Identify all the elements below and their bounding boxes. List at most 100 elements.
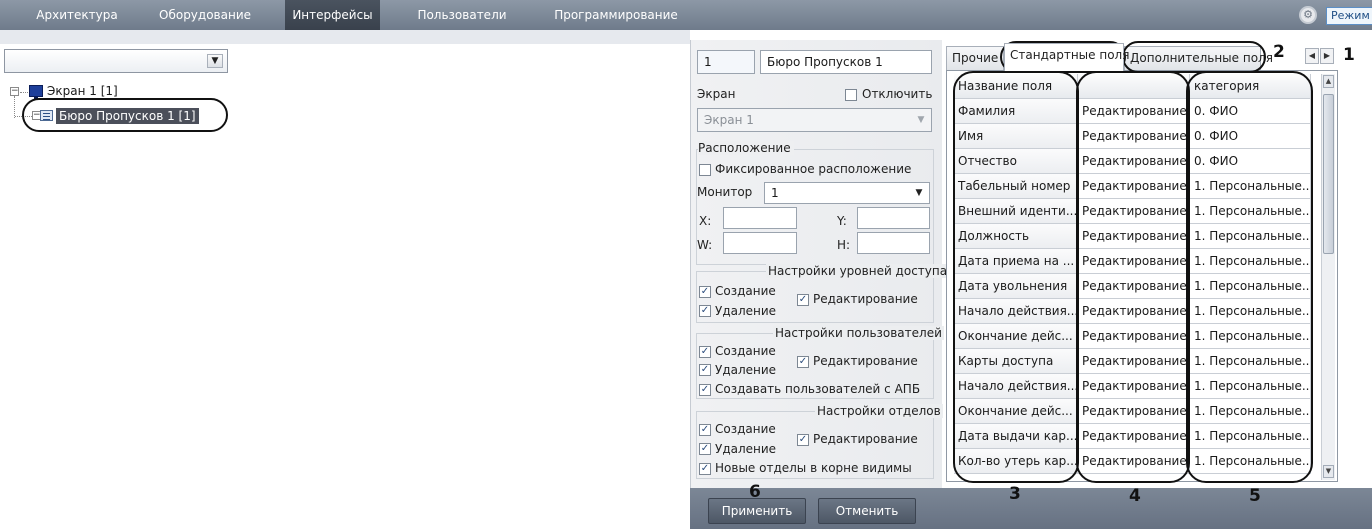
users-edit-checkbox[interactable] <box>797 356 809 368</box>
tab-additional-fields[interactable]: Дополнительные поля <box>1124 46 1273 70</box>
column-header-category[interactable]: категория <box>1190 74 1311 99</box>
scroll-down-icon[interactable]: ▼ <box>1323 465 1334 478</box>
scroll-up-icon[interactable]: ▲ <box>1323 75 1334 88</box>
tab-other[interactable]: Прочие <box>946 46 1004 70</box>
table-cell-name[interactable]: Внешний иденти... <box>954 199 1078 224</box>
table-cell-mode[interactable]: Редактирование <box>1078 149 1190 174</box>
table-cell-mode[interactable]: Редактирование <box>1078 124 1190 149</box>
table-cell-mode[interactable]: Редактирование <box>1078 349 1190 374</box>
nav-tab-users[interactable]: Пользователи <box>407 0 517 30</box>
users-create-checkbox[interactable] <box>699 346 711 358</box>
table-cell-name[interactable]: Дата приема на ... <box>954 249 1078 274</box>
table-cell-category[interactable]: 0. ФИО <box>1190 149 1311 174</box>
h-input[interactable] <box>857 232 930 254</box>
column-header-mode[interactable] <box>1078 74 1190 99</box>
dept-edit-checkbox[interactable] <box>797 434 809 446</box>
nav-tab-interfaces[interactable]: Интерфейсы <box>285 0 380 30</box>
table-cell-mode[interactable]: Редактирование <box>1078 374 1190 399</box>
table-cell-name[interactable]: Дата увольнения <box>954 274 1078 299</box>
tab-scroll-left-icon[interactable]: ◀ <box>1305 48 1319 64</box>
table-cell-category[interactable]: 1. Персональные... <box>1190 299 1311 324</box>
nav-tab-programming[interactable]: Программирование <box>546 0 686 30</box>
table-cell-category[interactable]: 1. Персональные... <box>1190 174 1311 199</box>
table-cell-name[interactable]: Начало действия... <box>954 299 1078 324</box>
users-delete-checkbox[interactable] <box>699 364 711 376</box>
table-cell-name[interactable]: Дата выдачи кар... <box>954 424 1078 449</box>
table-cell-name[interactable]: Кол-во утерь кар... <box>954 449 1078 474</box>
table-cell-category[interactable]: 1. Персональные... <box>1190 399 1311 424</box>
x-input[interactable] <box>723 207 797 229</box>
tree-item-screen[interactable]: Экран 1 [1] <box>47 84 118 98</box>
access-delete-checkbox[interactable] <box>699 305 711 317</box>
table-cell-category[interactable]: 0. ФИО <box>1190 99 1311 124</box>
table-cell-name[interactable]: Начало действия... <box>954 374 1078 399</box>
table-cell-mode[interactable]: Редактирование <box>1078 224 1190 249</box>
collapse-icon[interactable]: − <box>10 87 19 96</box>
tree-filter-combo[interactable]: ▼ <box>4 49 228 73</box>
users-delete-label: Удаление <box>715 363 777 377</box>
dept-delete-checkbox[interactable] <box>699 443 711 455</box>
table-cell-category[interactable]: 1. Персональные... <box>1190 249 1311 274</box>
callout-4: 4 <box>1129 486 1141 506</box>
users-apb-checkbox[interactable] <box>699 384 711 396</box>
nav-tab-architecture[interactable]: Архитектура <box>18 0 136 30</box>
table-cell-name[interactable]: Окончание дейс... <box>954 324 1078 349</box>
tab-standard-fields[interactable]: Стандартные поля <box>1004 43 1129 71</box>
table-cell-name[interactable]: Фамилия <box>954 99 1078 124</box>
table-cell-category[interactable]: 1. Персональные... <box>1190 449 1311 474</box>
table-cell-mode[interactable]: Редактирование <box>1078 399 1190 424</box>
monitor-select[interactable]: 1 <box>764 182 930 204</box>
callout-6: 6 <box>749 482 761 502</box>
disable-checkbox[interactable] <box>845 89 857 101</box>
table-cell-category[interactable]: 1. Персональные... <box>1190 199 1311 224</box>
scroll-thumb[interactable] <box>1323 94 1334 254</box>
table-cell-category[interactable]: 1. Персональные... <box>1190 324 1311 349</box>
gear-icon[interactable]: ⚙ <box>1299 6 1317 24</box>
table-cell-category[interactable]: 1. Персональные... <box>1190 224 1311 249</box>
table-cell-mode[interactable]: Редактирование <box>1078 199 1190 224</box>
object-name-field[interactable]: Бюро Пропусков 1 <box>760 50 932 74</box>
tree-item-pass-bureau[interactable]: Бюро Пропусков 1 [1] <box>56 108 199 124</box>
table-cell-name[interactable]: Имя <box>954 124 1078 149</box>
table-cell-mode[interactable]: Редактирование <box>1078 99 1190 124</box>
departments-group-title: Настройки отделов <box>815 404 943 418</box>
table-cell-mode[interactable]: Редактирование <box>1078 324 1190 349</box>
w-input[interactable] <box>723 232 797 254</box>
h-label: H: <box>837 238 851 252</box>
access-edit-checkbox[interactable] <box>797 294 809 306</box>
table-cell-category[interactable]: 0. ФИО <box>1190 124 1311 149</box>
column-header-field-name[interactable]: Название поля <box>954 74 1078 99</box>
dept-root-visible-checkbox[interactable] <box>699 463 711 475</box>
table-cell-mode[interactable]: Редактирование <box>1078 174 1190 199</box>
y-label: Y: <box>837 214 847 228</box>
nav-tab-equipment[interactable]: Оборудование <box>146 0 264 30</box>
dept-create-checkbox[interactable] <box>699 424 711 436</box>
users-group-title: Настройки пользователей <box>773 326 944 340</box>
table-cell-mode[interactable]: Редактирование <box>1078 249 1190 274</box>
table-cell-mode[interactable]: Редактирование <box>1078 299 1190 324</box>
table-cell-category[interactable]: 1. Персональные... <box>1190 374 1311 399</box>
table-cell-mode[interactable]: Редактирование <box>1078 449 1190 474</box>
chevron-down-icon[interactable]: ▼ <box>912 186 926 200</box>
table-cell-name[interactable]: Должность <box>954 224 1078 249</box>
table-cell-name[interactable]: Карты доступа <box>954 349 1078 374</box>
screen-select[interactable]: Экран 1 <box>697 108 932 132</box>
table-cell-name[interactable]: Табельный номер <box>954 174 1078 199</box>
access-create-checkbox[interactable] <box>699 286 711 298</box>
table-cell-name[interactable]: Отчество <box>954 149 1078 174</box>
location-group-title: Расположение <box>698 141 794 155</box>
chevron-down-icon[interactable]: ▼ <box>207 54 223 68</box>
table-cell-mode[interactable]: Редактирование <box>1078 424 1190 449</box>
cancel-button[interactable]: Отменить <box>818 498 916 524</box>
table-cell-category[interactable]: 1. Персональные... <box>1190 274 1311 299</box>
y-input[interactable] <box>857 207 930 229</box>
table-cell-category[interactable]: 1. Персональные... <box>1190 424 1311 449</box>
mode-button[interactable]: Режим <box>1326 7 1372 25</box>
object-id-field[interactable]: 1 <box>697 50 755 74</box>
table-cell-mode[interactable]: Редактирование <box>1078 274 1190 299</box>
table-cell-category[interactable]: 1. Персональные... <box>1190 349 1311 374</box>
table-scrollbar[interactable]: ▲ ▼ <box>1321 74 1335 480</box>
fixed-location-checkbox[interactable] <box>699 164 711 176</box>
table-cell-name[interactable]: Окончание дейс... <box>954 399 1078 424</box>
tab-scroll-right-icon[interactable]: ▶ <box>1320 48 1334 64</box>
